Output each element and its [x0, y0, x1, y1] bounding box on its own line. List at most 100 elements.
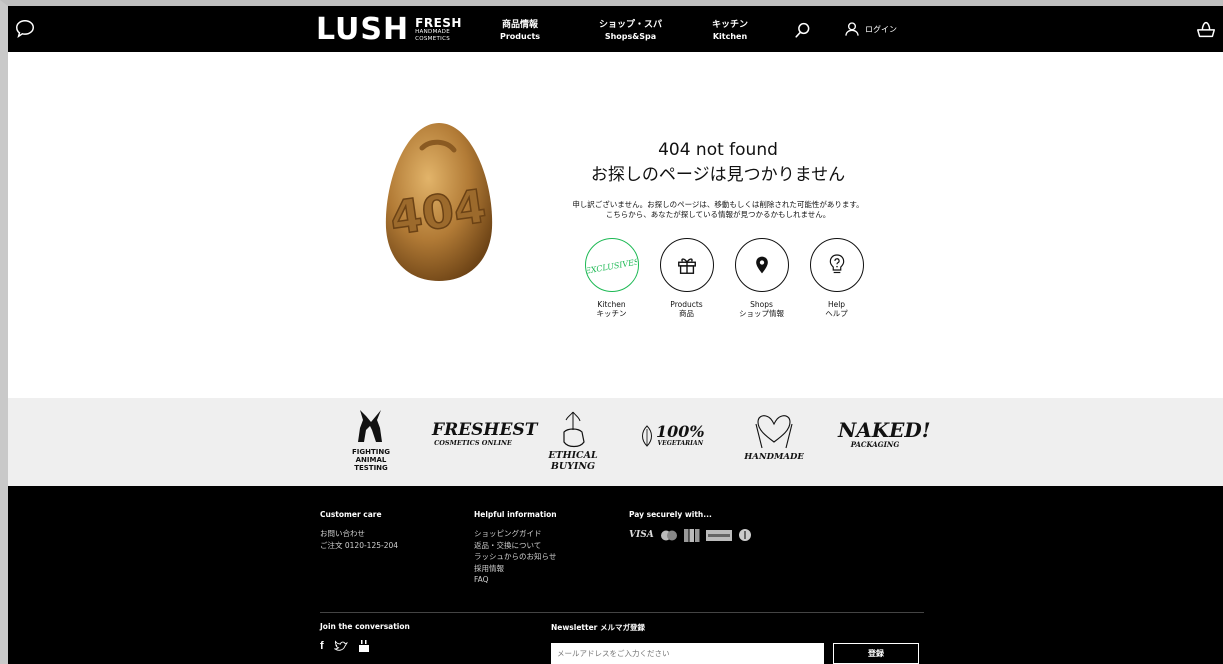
customer-care-heading: Customer care	[320, 510, 382, 519]
helpful-heading: Helpful information	[474, 510, 557, 519]
exclusives-text: EXCLUSIVES	[587, 257, 637, 275]
vegetarian-100: 100%	[656, 422, 705, 441]
leaf-icon	[642, 424, 652, 447]
site-header: LUSH FRESH HANDMADE COSMETICS 商品情報 Produ…	[8, 6, 1223, 52]
brand-values-band: FIGHTING ANIMAL TESTING FRESHEST COSMETI…	[8, 398, 1223, 486]
fighting-line-3: TESTING	[354, 464, 388, 472]
link-shops[interactable]: Shops ショップ情報	[724, 238, 799, 318]
naked-text: NAKED!	[838, 418, 931, 442]
link-kitchen[interactable]: EXCLUSIVES Kitchen キッチン	[574, 238, 649, 318]
logo-handmade: HANDMADE	[415, 29, 450, 35]
chat-bubble-icon[interactable]	[14, 18, 36, 40]
payment-cards: VISA	[629, 528, 752, 542]
news-link[interactable]: ラッシュからのお知らせ	[474, 551, 557, 563]
nav-kitchen-en: Kitchen	[712, 32, 748, 41]
facebook-icon[interactable]: f	[320, 640, 324, 653]
faq-link[interactable]: FAQ	[474, 574, 557, 586]
kitchen-label-jp: キッチン	[596, 309, 627, 318]
twitter-icon[interactable]	[333, 640, 348, 652]
fighting-line-2: ANIMAL	[355, 456, 387, 464]
products-label: Products 商品	[649, 300, 724, 318]
value-handmade: HANDMADE	[742, 412, 806, 462]
value-freshest-cosmetics: FRESHEST COSMETICS ONLINE	[432, 420, 538, 448]
heart-hands-icon	[755, 415, 793, 449]
logo-wordmark: LUSH	[316, 12, 410, 47]
mastercard-icon	[660, 530, 677, 540]
logo-cosmetics: COSMETICS	[415, 36, 451, 42]
ethical-text: ETHICAL BUYING	[548, 450, 598, 472]
help-label-en: Help	[827, 300, 846, 309]
not-found-section: 404 404 not found お探しのページは見つかりません 申し訳ござい…	[8, 52, 1223, 398]
browser-frame: LUSH FRESH HANDMADE COSMETICS 商品情報 Produ…	[0, 0, 1223, 664]
footer-helpful-info: Helpful information ショッピングガイド 返品・交換について …	[474, 510, 557, 586]
kitchen-circle[interactable]: EXCLUSIVES	[584, 238, 639, 292]
map-pin-icon	[755, 256, 768, 274]
apology-message: 申し訳ございません。お探しのページは、移動もしくは削除された可能性があります。 …	[528, 200, 908, 220]
shops-label-en: Shops	[750, 300, 773, 309]
contact-link[interactable]: お問い合わせ	[320, 528, 398, 540]
help-label: Help ヘルプ	[799, 300, 874, 318]
help-circle[interactable]	[809, 238, 864, 292]
shopping-guide-link[interactable]: ショッピングガイド	[474, 528, 557, 540]
nav-products[interactable]: 商品情報 Products	[500, 20, 540, 42]
gift-icon	[677, 258, 696, 274]
order-phone-link[interactable]: ご注文 0120-125-204	[320, 540, 398, 552]
amex-icon	[705, 529, 732, 541]
search-icon[interactable]	[794, 21, 812, 39]
returns-link[interactable]: 返品・交換について	[474, 540, 557, 552]
shops-label: Shops ショップ情報	[724, 300, 799, 318]
youtube-icon[interactable]	[358, 640, 370, 653]
fighting-rabbits-icon	[358, 410, 382, 442]
products-label-en: Products	[670, 300, 703, 309]
nav-products-en: Products	[500, 32, 541, 41]
newsletter-heading: Newsletter メルマガ登録	[551, 623, 645, 632]
products-circle[interactable]	[659, 238, 714, 292]
jcb-icon	[683, 528, 700, 542]
apology-line-1: 申し訳ございません。お探しのページは、移動もしくは削除された可能性があります。	[572, 200, 864, 209]
fighting-line-1: FIGHTING	[352, 448, 390, 456]
nav-shops[interactable]: ショップ・スパ Shops&Spa	[599, 20, 662, 42]
link-help[interactable]: Help ヘルプ	[799, 238, 874, 318]
login-link[interactable]: ログイン	[844, 21, 897, 37]
nav-kitchen[interactable]: キッチン Kitchen	[712, 20, 748, 42]
help-links: EXCLUSIVES Kitchen キッチン Products 商品 Shop…	[574, 238, 874, 318]
hand-with-plant-icon	[563, 411, 585, 448]
basket-icon[interactable]	[1195, 18, 1217, 40]
nav-shops-en: Shops&Spa	[604, 32, 657, 41]
site-footer: Customer care お問い合わせ ご注文 0120-125-204 He…	[8, 486, 1223, 664]
user-icon	[845, 22, 859, 36]
newsletter-email-input[interactable]	[551, 643, 824, 664]
value-naked-packaging: NAKED! PACKAGING	[838, 418, 931, 449]
bath-bomb-egg-image: 404	[386, 123, 493, 281]
login-label: ログイン	[865, 24, 897, 34]
careers-link[interactable]: 採用情報	[474, 563, 557, 575]
nav-shops-jp: ショップ・スパ	[599, 20, 663, 30]
footer-divider	[320, 612, 924, 613]
value-ethical-buying: ETHICAL BUYING	[532, 410, 614, 472]
footer-newsletter: Newsletter メルマガ登録	[551, 622, 645, 642]
value-100-vegetarian: 100% VEGETARIAN	[640, 424, 716, 447]
logo-tagline: FRESH HANDMADE COSMETICS	[415, 17, 462, 43]
exclusives-badge-icon: EXCLUSIVES	[587, 257, 637, 275]
lush-logo[interactable]: LUSH FRESH HANDMADE COSMETICS	[316, 12, 462, 47]
kitchen-label-en: Kitchen	[597, 300, 626, 309]
apology-line-2: こちらから、あなたが探している情報が見つかるかもしれません。	[605, 210, 831, 219]
kitchen-label: Kitchen キッチン	[574, 300, 649, 318]
vegetarian-text: 100% VEGETARIAN	[656, 422, 705, 448]
page-title-jp: お探しのページは見つかりません	[590, 165, 846, 185]
value-fighting-animal-testing: FIGHTING ANIMAL TESTING	[348, 408, 394, 472]
products-label-jp: 商品	[679, 309, 694, 318]
social-icons: f	[320, 640, 410, 653]
nav-kitchen-jp: キッチン	[712, 20, 749, 30]
newsletter-submit-button[interactable]: 登録	[833, 643, 919, 664]
footer-customer-care: Customer care お問い合わせ ご注文 0120-125-204	[320, 510, 398, 551]
logo-fresh: FRESH	[415, 16, 462, 30]
shops-label-jp: ショップ情報	[739, 309, 784, 318]
freshest-subtext: COSMETICS ONLINE	[434, 439, 512, 447]
footer-payment: Pay securely with... VISA	[629, 510, 752, 542]
freshest-text: FRESHEST	[432, 420, 538, 440]
vegetarian-label: VEGETARIAN	[657, 440, 704, 447]
link-products[interactable]: Products 商品	[649, 238, 724, 318]
shops-circle[interactable]	[734, 238, 789, 292]
visa-logo: VISA	[629, 530, 654, 540]
